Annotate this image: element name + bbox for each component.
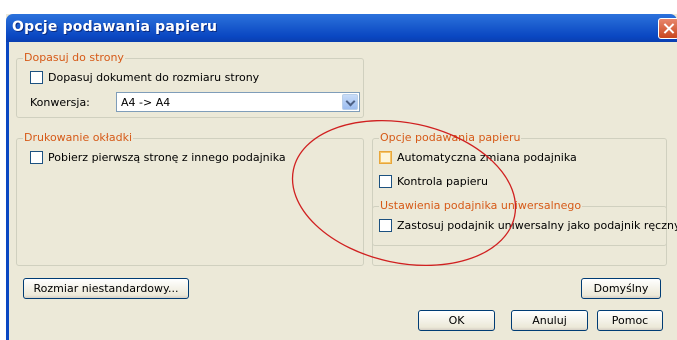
cover-printing-legend: Drukowanie okładki bbox=[23, 131, 134, 144]
universal-tray-legend: Ustawienia podajnika uniwersalnego bbox=[379, 199, 583, 212]
custom-size-button[interactable]: Rozmiar niestandardowy... bbox=[23, 278, 189, 299]
fit-document-checkbox[interactable] bbox=[30, 71, 43, 84]
window-border bbox=[6, 42, 9, 340]
paper-check-label: Kontrola papieru bbox=[397, 175, 489, 188]
paper-check-checkbox[interactable] bbox=[379, 175, 392, 188]
paper-feed-legend: Opcje podawania papieru bbox=[379, 131, 522, 144]
universal-manual-checkbox[interactable] bbox=[379, 219, 392, 232]
close-button[interactable] bbox=[658, 18, 677, 39]
conversion-label: Konwersja: bbox=[30, 96, 90, 109]
fit-to-page-legend: Dopasuj do strony bbox=[23, 51, 125, 64]
background-strip bbox=[0, 0, 677, 14]
title-bar[interactable]: Opcje podawania papieru bbox=[6, 14, 677, 42]
universal-manual-label: Zastosuj podajnik uniwersalny jako podaj… bbox=[397, 219, 677, 232]
cancel-button[interactable]: Anuluj bbox=[511, 310, 588, 331]
auto-tray-label: Automatyczna zmiana podajnika bbox=[397, 151, 577, 164]
universal-tray-row[interactable]: Zastosuj podajnik uniwersalny jako podaj… bbox=[379, 219, 677, 232]
paper-check-row[interactable]: Kontrola papieru bbox=[379, 175, 488, 188]
ok-button[interactable]: OK bbox=[418, 310, 495, 331]
dialog-window: Opcje podawania papieru Dopasuj do stron… bbox=[6, 14, 677, 340]
conversion-select[interactable]: A4 -> A4 bbox=[116, 92, 360, 112]
fit-document-checkbox-row[interactable]: Dopasuj dokument do rozmiaru strony bbox=[30, 71, 259, 84]
cover-other-tray-checkbox[interactable] bbox=[30, 151, 43, 164]
cover-other-tray-label: Pobierz pierwszą stronę z innego podajni… bbox=[48, 151, 286, 164]
cover-checkbox-row[interactable]: Pobierz pierwszą stronę z innego podajni… bbox=[30, 151, 286, 164]
window-title: Opcje podawania papieru bbox=[12, 19, 218, 35]
chevron-down-icon[interactable] bbox=[342, 94, 358, 110]
help-button[interactable]: Pomoc bbox=[597, 310, 663, 331]
defaults-button[interactable]: Domyślny bbox=[581, 278, 661, 299]
auto-tray-row[interactable]: Automatyczna zmiana podajnika bbox=[379, 151, 577, 164]
fit-document-label: Dopasuj dokument do rozmiaru strony bbox=[48, 71, 260, 84]
auto-tray-checkbox[interactable] bbox=[379, 151, 392, 164]
conversion-value: A4 -> A4 bbox=[121, 96, 171, 109]
